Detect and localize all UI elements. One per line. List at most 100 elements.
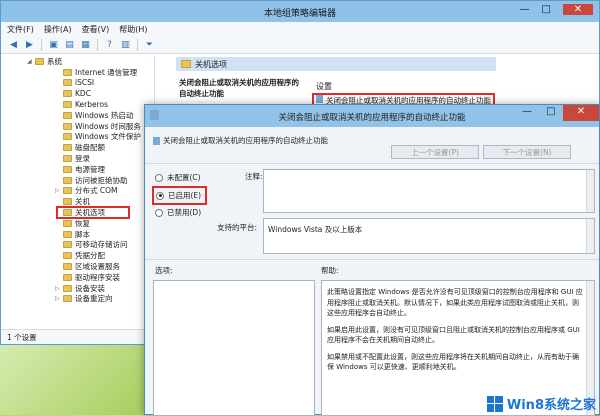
setting-column-header[interactable]: 设置	[316, 81, 332, 92]
toolbar-divider	[97, 38, 98, 51]
folder-icon	[63, 241, 72, 249]
comment-scrollbar[interactable]	[586, 170, 594, 212]
folder-icon	[63, 176, 72, 184]
minimize-icon[interactable]: —	[515, 105, 539, 121]
help-label: 帮助:	[321, 266, 339, 275]
policy-icon	[153, 136, 160, 145]
show-hide-tree-icon[interactable]: ▤	[63, 39, 76, 51]
dialog-title-bar: 关闭会阻止或取消关机的应用程序的自动终止功能 — □ ✕	[145, 105, 599, 127]
tree-item-shutdown-options[interactable]: 关机选项	[56, 206, 130, 219]
window-controls: — □ ✕	[520, 4, 593, 15]
window-title: 本地组策略编辑器	[263, 9, 336, 19]
radio-circle[interactable]	[155, 173, 163, 182]
back-arrow-icon[interactable]: ◀	[7, 39, 20, 51]
properties-icon[interactable]: ▥	[119, 39, 132, 51]
tree-item[interactable]: ▷ 设备安装	[5, 283, 154, 294]
folder-icon	[63, 273, 72, 281]
up-folder-icon[interactable]: ▣	[47, 39, 60, 51]
tree-item[interactable]: Windows 热启动	[5, 110, 154, 121]
help-paragraph: 如果禁用或不配置此设置，则这些应用程序将在关机期间自动终止，从而有助于确保 Wi…	[327, 352, 579, 372]
panel-header: 关机选项	[176, 57, 496, 71]
collapse-arrow-icon[interactable]: ▷	[55, 285, 63, 292]
watermark-text: Win8系统之家	[506, 398, 596, 413]
tree-item[interactable]: iSCSI	[5, 78, 154, 89]
tree-item[interactable]: ◢ 系统	[5, 56, 154, 67]
dialog-subtitle: 关闭会阻止或取消关机的应用程序的自动终止功能	[153, 135, 328, 146]
radio-circle-selected[interactable]	[156, 191, 164, 200]
tree-item[interactable]: Windows 时间服务	[5, 121, 154, 132]
forward-arrow-icon[interactable]: ▶	[23, 39, 36, 51]
folder-icon	[63, 230, 72, 238]
tree-item[interactable]: ▷ 设备重定向	[5, 294, 154, 305]
filter-icon[interactable]: ⏷	[143, 39, 156, 51]
tree-item[interactable]: 驱动程序安装	[5, 272, 154, 283]
tree-item[interactable]: 区域设置服务	[5, 261, 154, 272]
comment-label: 注释:	[245, 172, 263, 181]
next-setting-button[interactable]: 下一个设置(N)	[483, 145, 571, 159]
platform-scrollbar[interactable]	[586, 219, 594, 253]
folder-icon	[63, 219, 72, 227]
folder-icon	[63, 252, 72, 260]
folder-icon	[63, 122, 72, 130]
title-bar: 本地组策略编辑器 — □ ✕	[1, 1, 599, 22]
windows-logo-icon	[486, 395, 503, 412]
platform-label: 支持的平台:	[217, 223, 258, 232]
tree-item[interactable]: 电源管理	[5, 164, 154, 175]
folder-icon	[35, 57, 44, 65]
minimize-icon[interactable]: —	[520, 4, 530, 15]
maximize-icon[interactable]: □	[542, 4, 551, 15]
folder-icon	[63, 144, 72, 152]
tree-item[interactable]: Internet 通信管理	[5, 67, 154, 78]
maximize-icon[interactable]: □	[539, 105, 563, 121]
close-icon[interactable]: ✕	[563, 105, 599, 121]
tree-item[interactable]: 关机	[5, 196, 154, 207]
divider	[145, 163, 599, 164]
menu-file[interactable]: 文件(F)	[7, 24, 34, 35]
export-list-icon[interactable]: ▦	[79, 39, 92, 51]
policy-icon	[316, 95, 323, 103]
folder-icon	[63, 198, 72, 206]
tree-item[interactable]: 访问被拒绝协助	[5, 175, 154, 186]
tree-item[interactable]: 可移动存储访问	[5, 240, 154, 251]
menu-view[interactable]: 查看(V)	[82, 24, 110, 35]
tree-item[interactable]: 登录	[5, 153, 154, 164]
tree-item[interactable]: Kerberos	[5, 99, 154, 110]
folder-icon	[63, 155, 72, 163]
help-paragraph: 如果启用此设置，则没有可见顶级窗口且阻止或取消关机的控制台应用程序或 GUI 应…	[327, 325, 580, 345]
tree-item[interactable]: 凭据分配	[5, 250, 154, 261]
menu-action[interactable]: 操作(A)	[44, 24, 72, 35]
dialog-window-controls: — □ ✕	[515, 105, 599, 121]
menu-bar: 文件(F) 操作(A) 查看(V) 帮助(H)	[1, 22, 599, 36]
radio-enabled[interactable]: 已启用(E)	[151, 186, 208, 205]
tree-item[interactable]: ▷ 分布式 COM	[5, 186, 154, 197]
tree-item[interactable]: 磁盘配额	[5, 142, 154, 153]
folder-icon	[63, 111, 72, 119]
tree-item[interactable]: KDC	[5, 88, 154, 99]
comment-textarea[interactable]	[263, 169, 595, 213]
radio-circle[interactable]	[155, 208, 163, 217]
folder-icon	[181, 60, 191, 68]
folder-icon	[63, 263, 72, 271]
folder-icon	[63, 209, 72, 217]
close-icon[interactable]: ✕	[563, 4, 593, 15]
tree-item[interactable]: Windows 文件保护	[5, 132, 154, 143]
menu-help[interactable]: 帮助(H)	[119, 24, 147, 35]
radio-not-configured[interactable]: 未配置(C)	[155, 172, 201, 183]
folder-icon	[63, 68, 72, 76]
folder-icon	[63, 101, 72, 109]
tree-item[interactable]: 恢复	[5, 218, 154, 229]
folder-icon	[63, 90, 72, 98]
toolbar-divider	[41, 38, 42, 51]
radio-disabled[interactable]: 已禁用(D)	[155, 207, 201, 218]
folder-icon	[63, 187, 72, 195]
divider	[145, 259, 599, 260]
collapse-arrow-icon[interactable]: ▷	[55, 187, 63, 194]
help-paragraph: 此策略设置指定 Windows 是否允许没有可见顶级窗口的控制台应用程序和 GU…	[327, 288, 583, 317]
previous-setting-button[interactable]: 上一个设置(P)	[391, 145, 479, 159]
expand-arrow-icon[interactable]: ◢	[27, 58, 35, 65]
enabled-highlight[interactable]: 已启用(E)	[151, 186, 208, 205]
collapse-arrow-icon[interactable]: ▷	[55, 295, 63, 302]
tree-item[interactable]: 脚本	[5, 229, 154, 240]
help-icon[interactable]: ?	[103, 39, 116, 51]
options-panel	[153, 280, 315, 416]
